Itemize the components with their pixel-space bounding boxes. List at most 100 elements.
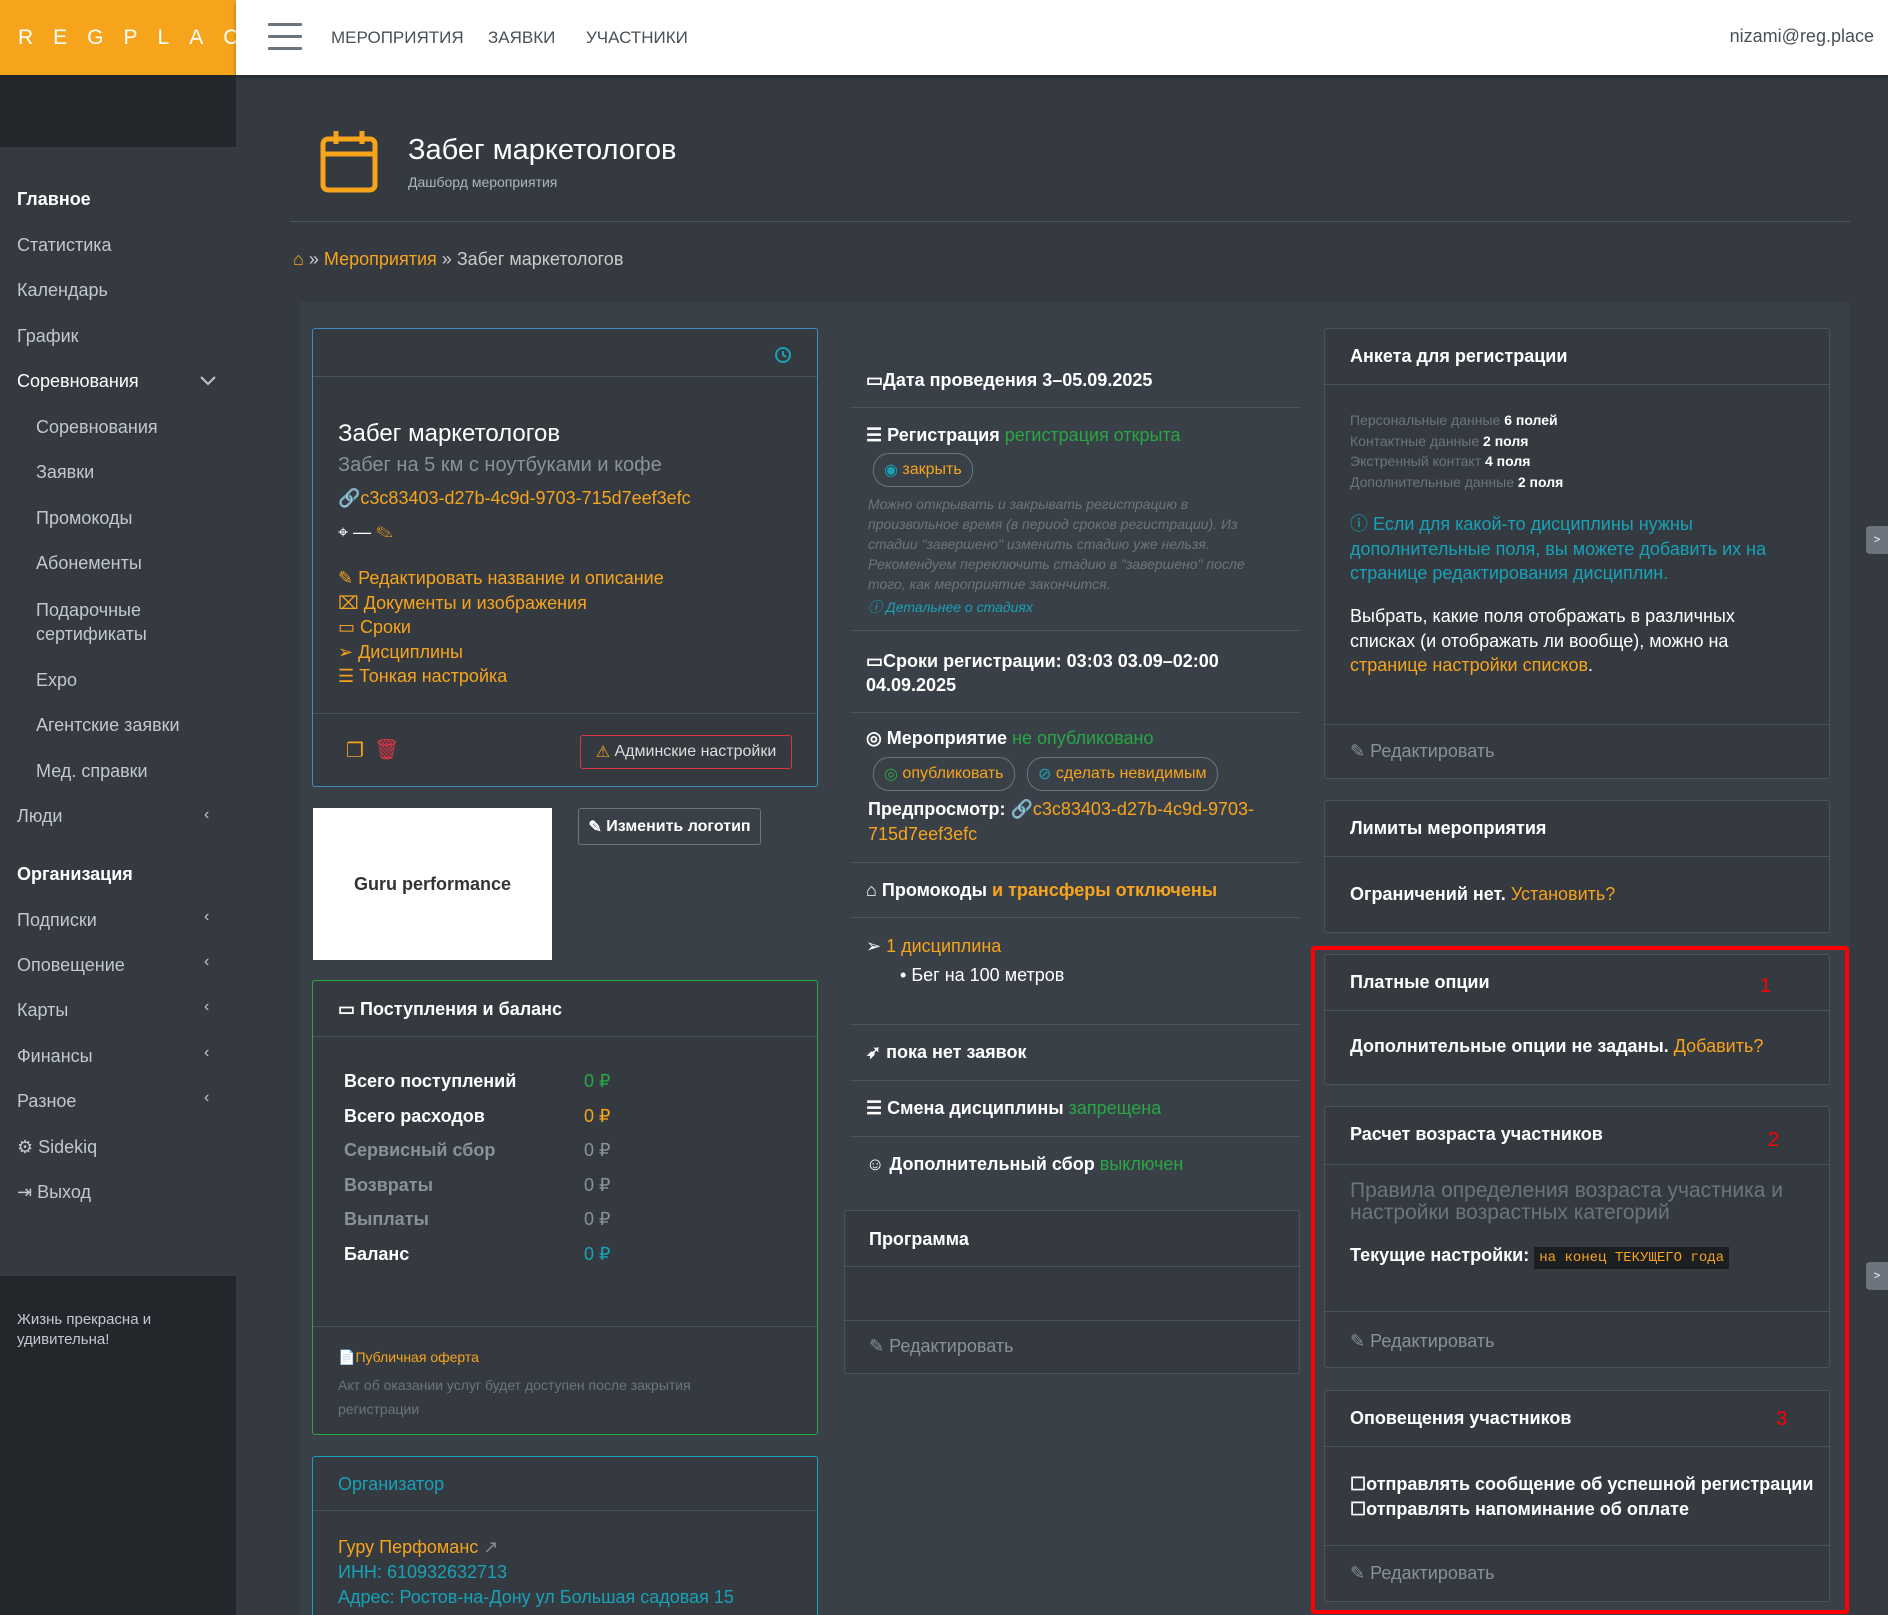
chevron-left-icon[interactable]: ‹	[204, 1044, 209, 1062]
top-navbar: МЕРОПРИЯТИЯ ЗАЯВКИ УЧАСТНИКИ nizami@reg.…	[236, 0, 1888, 75]
event-uuid: c3c83403-d27b-4c9d-9703-715d7eef3efc	[360, 488, 691, 508]
change-logo-button[interactable]: ✎ Изменить логотип	[578, 808, 761, 845]
form-info-link[interactable]: ⓘ Если для какой-то дисциплины нужны доп…	[1350, 512, 1790, 586]
edit-icon: ✎	[338, 568, 354, 588]
sidebar-item-med-certificates[interactable]: Мед. справки	[36, 761, 148, 782]
copy-icon[interactable]: ❐	[346, 738, 364, 763]
sidebar-item-main[interactable]: Главное	[17, 189, 91, 210]
registration-period: ▭Сроки регистрации: 03:03 03.09–02:00 04…	[866, 649, 1246, 697]
user-email[interactable]: nizami@reg.place	[1730, 26, 1874, 47]
chevron-left-icon[interactable]: ‹	[204, 1089, 209, 1107]
hamburger-menu-icon[interactable]	[268, 23, 302, 51]
make-invisible-button[interactable]: ⊘ сделать невидимым	[1027, 757, 1218, 791]
sidebar-item-schedule[interactable]: График	[17, 326, 79, 347]
home-icon[interactable]: ⌂	[293, 249, 304, 269]
dates-link[interactable]: ▭ Сроки	[338, 615, 664, 640]
sidebar-item-gift-certificates[interactable]: Подарочные сертификаты	[36, 598, 186, 646]
sidebar-item-organization[interactable]: Организация	[17, 864, 133, 885]
nav-events[interactable]: МЕРОПРИЯТИЯ	[331, 28, 464, 48]
admin-settings-button[interactable]: ⚠ Админские настройки	[580, 735, 792, 769]
info-icon: ⓘ	[1350, 514, 1368, 534]
breadcrumb-link-events[interactable]: Мероприятия	[324, 249, 437, 269]
finance-value: 0 ₽	[584, 1140, 611, 1160]
chevron-left-icon[interactable]: ‹	[204, 953, 209, 971]
organizer-inn: ИНН: 610932632713	[338, 1562, 508, 1582]
promo-status: и трансферы отключены	[992, 880, 1218, 900]
sidebar-item-statistics[interactable]: Статистика	[17, 235, 112, 256]
sidebar-item-logout[interactable]: ⇥ Выход	[17, 1182, 91, 1203]
breadcrumb: ⌂ » Мероприятия » Забег маркетологов	[293, 249, 623, 270]
link-label: Редактировать название и описание	[358, 568, 664, 588]
chevron-down-icon[interactable]	[199, 375, 217, 387]
sidebar-item-misc[interactable]: Разное	[17, 1091, 76, 1112]
button-label: Редактировать	[889, 1336, 1014, 1356]
nav-applications[interactable]: ЗАЯВКИ	[488, 28, 555, 48]
button-label: Редактировать	[1370, 741, 1495, 761]
sidebar-item-agency-applications[interactable]: Агентские заявки	[36, 715, 180, 736]
sidebar-item-applications[interactable]: Заявки	[36, 462, 94, 483]
close-registration-button[interactable]: ◉ закрыть	[873, 453, 973, 487]
paper-plane-icon: ➢	[866, 936, 882, 956]
limits-title: Лимиты мероприятия	[1350, 818, 1547, 838]
history-icon[interactable]	[773, 345, 793, 365]
sidebar-item-promocodes[interactable]: Промокоды	[36, 508, 132, 529]
breadcrumb-sep: »	[308, 249, 319, 269]
disciplines-count-link[interactable]: ➢ 1 дисциплина	[866, 936, 1001, 957]
form-field-row: Персональные данные 6 полей	[1350, 410, 1770, 431]
edit-icon[interactable]: ✎	[376, 522, 392, 542]
side-panel-toggle[interactable]: >	[1866, 526, 1888, 554]
publish-button[interactable]: ◎ опубликовать	[873, 757, 1015, 791]
documents-link[interactable]: ⌧ Документы и изображения	[338, 591, 664, 616]
disciplines-link[interactable]: ➢ Дисциплины	[338, 640, 664, 665]
program-edit-button[interactable]: ✎ Редактировать	[869, 1336, 1013, 1357]
sidebar-item-calendar[interactable]: Календарь	[17, 280, 108, 301]
sidebar-item-cards[interactable]: Карты	[17, 1000, 68, 1021]
finance-value: 0 ₽	[584, 1243, 611, 1264]
brand-logo[interactable]: REGPLACE	[0, 0, 272, 75]
calendar-icon: ▭	[338, 617, 356, 637]
public-offer-link[interactable]: 📄Публичная оферта	[338, 1349, 479, 1366]
fine-settings-link[interactable]: ☰ Тонкая настройка	[338, 664, 664, 689]
sidebar-item-expo[interactable]: Expo	[36, 670, 77, 691]
sidebar-item-competitions-group[interactable]: Соревнования	[17, 371, 139, 392]
event-uuid-link[interactable]: 🔗c3c83403-d27b-4c9d-9703-715d7eef3efc	[338, 488, 691, 509]
stages-link[interactable]: ⓘ Детальнее о стадиях	[868, 597, 1033, 617]
link-label: Детальнее о стадиях	[885, 599, 1033, 615]
program-title: Программа	[869, 1229, 969, 1249]
organizer-name-link[interactable]: Гуру Перфоманс ↗	[338, 1537, 498, 1558]
apps-status: пока нет заявок	[886, 1042, 1027, 1062]
side-panel-toggle[interactable]: >	[1866, 1262, 1888, 1290]
event-name: Забег маркетологов	[338, 420, 561, 447]
eye-slash-icon: ⊘	[1038, 766, 1052, 783]
link-icon: 🔗	[1010, 799, 1033, 819]
page-subtitle: Дашборд мероприятия	[408, 174, 558, 190]
sidebar-item-sidekiq[interactable]: ⚙ Sidekiq	[17, 1137, 97, 1158]
eye-icon: ◎	[884, 766, 898, 783]
fee-icon: ☺	[866, 1154, 885, 1174]
chevron-left-icon[interactable]: ‹	[204, 908, 209, 926]
nav-participants[interactable]: УЧАСТНИКИ	[586, 28, 688, 48]
finance-value: 0 ₽	[584, 1174, 611, 1195]
period-text: Сроки регистрации: 03:03 03.09–02:00 04.…	[866, 651, 1219, 695]
edit-name-link[interactable]: ✎ Редактировать название и описание	[338, 566, 664, 591]
set-limits-link[interactable]: Установить?	[1511, 884, 1615, 904]
finance-value: 0 ₽	[584, 1071, 611, 1091]
sidebar-item-finance[interactable]: Финансы	[17, 1046, 93, 1067]
chevron-left-icon[interactable]: ‹	[204, 998, 209, 1016]
trash-icon[interactable]: 🗑	[374, 737, 399, 762]
warning-icon: ⚠	[595, 744, 611, 761]
sidebar-item-subscriptions[interactable]: Подписки	[17, 910, 97, 931]
sidebar-item-notifications[interactable]: Оповещение	[17, 955, 125, 976]
chevron-left-icon[interactable]: ‹	[204, 806, 209, 824]
sidebar-item-people[interactable]: Люди	[17, 806, 62, 827]
sidebar-item-subscriptions-passes[interactable]: Абонементы	[36, 553, 142, 574]
calendar-icon	[320, 131, 378, 193]
sidebar-item-competitions[interactable]: Соревнования	[36, 417, 158, 438]
registration-row: ☰ Регистрация регистрация открыта	[866, 425, 1181, 446]
lists-settings-link[interactable]: странице настройки списков	[1350, 655, 1588, 675]
eye-icon: ◎	[866, 728, 882, 748]
paper-plane-icon: ➢	[338, 641, 354, 662]
sidebar-footer-text: Жизнь прекрасна и удивительна!	[17, 1311, 152, 1348]
form-edit-button[interactable]: ✎ Редактировать	[1350, 741, 1494, 762]
sidebar-header	[0, 75, 236, 147]
